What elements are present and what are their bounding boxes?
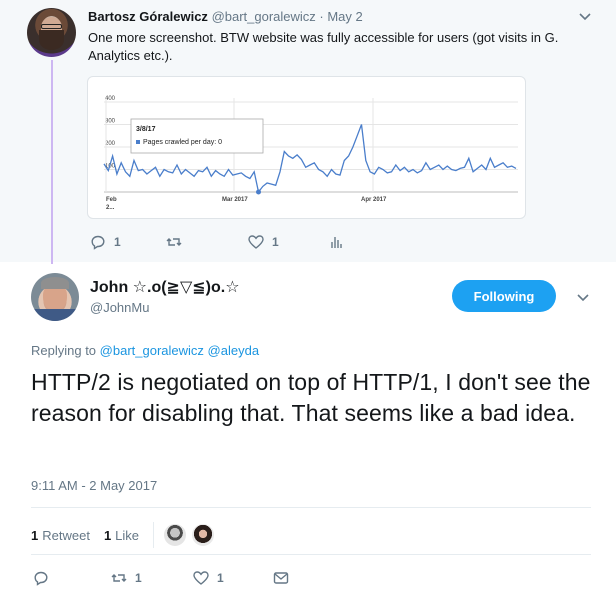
chart-y-tick: 200 xyxy=(105,141,116,147)
replying-to: Replying to @bart_goralewicz @aleyda xyxy=(31,343,259,358)
main-author-name[interactable]: John ☆.o(≧▽≦)o.☆ xyxy=(90,277,240,297)
avatar-glasses xyxy=(41,24,62,29)
envelope-icon xyxy=(273,572,289,584)
reply-icon xyxy=(91,235,105,250)
chart-highlight-point xyxy=(256,189,261,195)
divider xyxy=(31,507,591,508)
avatar-johnmu[interactable] xyxy=(31,273,79,321)
parent-tweet[interactable]: Bartosz Góralewicz @bart_goralewicz · Ma… xyxy=(0,0,616,264)
like-action[interactable]: 1 xyxy=(193,570,224,586)
avatar-bartosz[interactable] xyxy=(27,8,76,57)
chart-x-tick: Apr 2017 xyxy=(361,197,387,203)
reply-count: 1 xyxy=(114,235,121,249)
tweet-stats: 1 Retweet 1 Like xyxy=(31,522,220,548)
likes-stat[interactable]: 1 Like xyxy=(104,528,139,543)
heart-icon xyxy=(193,571,209,585)
avatar-hair xyxy=(41,277,69,289)
chart-tooltip-date: 3/8/17 xyxy=(136,126,156,133)
replying-to-label: Replying to xyxy=(31,343,97,358)
direct-message-action[interactable] xyxy=(273,570,289,586)
chart-x-tick: Feb xyxy=(106,197,117,203)
avatar-shirt xyxy=(31,309,79,321)
parent-tweet-header: Bartosz Góralewicz @bart_goralewicz · Ma… xyxy=(88,9,363,24)
retweet-icon xyxy=(111,574,127,582)
likes-count: 1 xyxy=(103,527,112,543)
chart-y-tick: 300 xyxy=(105,119,116,125)
likes-label: Like xyxy=(115,527,140,543)
liker-avatar[interactable] xyxy=(164,524,187,546)
stats-separator xyxy=(153,522,155,548)
retweet-action[interactable]: 1 xyxy=(111,570,142,586)
heart-icon xyxy=(248,235,264,249)
reply-user-link[interactable]: @aleyda xyxy=(208,343,260,358)
following-button[interactable]: Following xyxy=(452,280,556,312)
thread-line xyxy=(51,60,53,264)
chart-tooltip xyxy=(130,118,264,154)
reply-icon xyxy=(34,571,48,586)
retweet-count: 1 xyxy=(135,571,142,585)
like-count: 1 xyxy=(272,235,279,249)
main-author-handle[interactable]: @JohnMu xyxy=(90,300,149,315)
parent-tweet-text: One more screenshot. BTW website was ful… xyxy=(88,30,559,63)
chart-tooltip-swatch xyxy=(136,140,140,144)
chart-x-tick: Mar 2017 xyxy=(222,197,248,203)
tweet-timestamp[interactable]: 9:11 AM - 2 May 2017 xyxy=(31,478,157,493)
chart-y-tick: 400 xyxy=(105,96,116,102)
analytics-icon xyxy=(331,237,342,248)
retweet-action[interactable] xyxy=(166,234,190,250)
chevron-down-icon[interactable] xyxy=(578,10,592,24)
reply-user-link[interactable]: @bart_goralewicz xyxy=(100,343,204,358)
like-action[interactable]: 1 xyxy=(248,234,279,250)
crawl-stats-chart: 400300200100Feb2...Mar 2017 Apr 20173/8/1… xyxy=(103,96,518,211)
divider xyxy=(31,554,591,555)
chart-x-tick: 2... xyxy=(106,205,115,211)
like-count: 1 xyxy=(217,571,224,585)
liker-avatar[interactable] xyxy=(192,524,215,546)
avatar-beard xyxy=(39,30,64,50)
reply-action[interactable]: 1 xyxy=(90,234,121,250)
retweets-stat[interactable]: 1 Retweet xyxy=(31,528,90,543)
chevron-down-icon[interactable] xyxy=(576,291,590,305)
main-tweet-text: HTTP/2 is negotiated on top of HTTP/1, I… xyxy=(31,369,591,426)
reply-action[interactable] xyxy=(33,570,57,586)
parent-author-name[interactable]: Bartosz Góralewicz xyxy=(88,9,208,24)
analytics-action[interactable] xyxy=(328,234,344,250)
attached-chart-image[interactable]: 400 300 200 100 Feb 2... Mar 2017 Apr 2017 3/8/1… xyxy=(87,76,526,219)
chart-tooltip-label: Pages crawled per day: 0 xyxy=(143,139,222,146)
retweets-count: 1 xyxy=(31,527,39,543)
parent-author-handle-date[interactable]: @bart_goralewicz · May 2 xyxy=(212,9,363,24)
retweet-icon xyxy=(166,238,182,246)
retweets-label: Retweet xyxy=(42,527,90,543)
